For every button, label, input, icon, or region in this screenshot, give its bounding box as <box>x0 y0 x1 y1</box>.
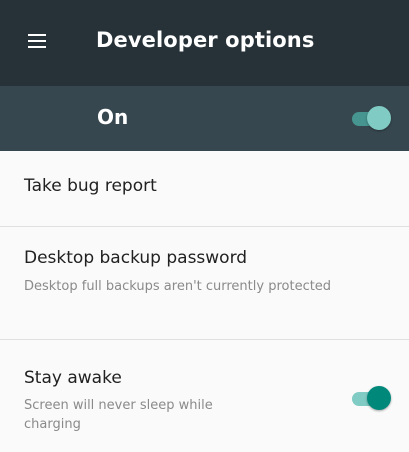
master-toggle-switch[interactable] <box>350 105 391 131</box>
settings-item-summary: Screen will never sleep while charging <box>24 398 213 432</box>
master-switch-bar[interactable]: On <box>0 86 409 151</box>
settings-item-desktop-backup-password[interactable]: Desktop backup password Desktop full bac… <box>0 227 409 339</box>
page-title: Developer options <box>96 28 315 52</box>
settings-item-summary: Desktop full backups aren't currently pr… <box>24 279 332 294</box>
switch-thumb <box>367 106 391 130</box>
stay-awake-toggle-switch[interactable] <box>350 385 391 411</box>
settings-item-take-bug-report[interactable]: Take bug report <box>0 151 409 226</box>
master-switch-label: On <box>97 105 129 129</box>
settings-item-title: Stay awake <box>24 368 122 388</box>
switch-thumb <box>367 386 391 410</box>
settings-item-title: Take bug report <box>24 176 157 196</box>
settings-item-title: Desktop backup password <box>24 248 248 268</box>
app-toolbar: Developer options <box>0 0 409 86</box>
settings-item-stay-awake[interactable]: Stay awake Screen will never sleep while… <box>0 340 409 452</box>
hamburger-menu-icon[interactable] <box>28 34 46 48</box>
